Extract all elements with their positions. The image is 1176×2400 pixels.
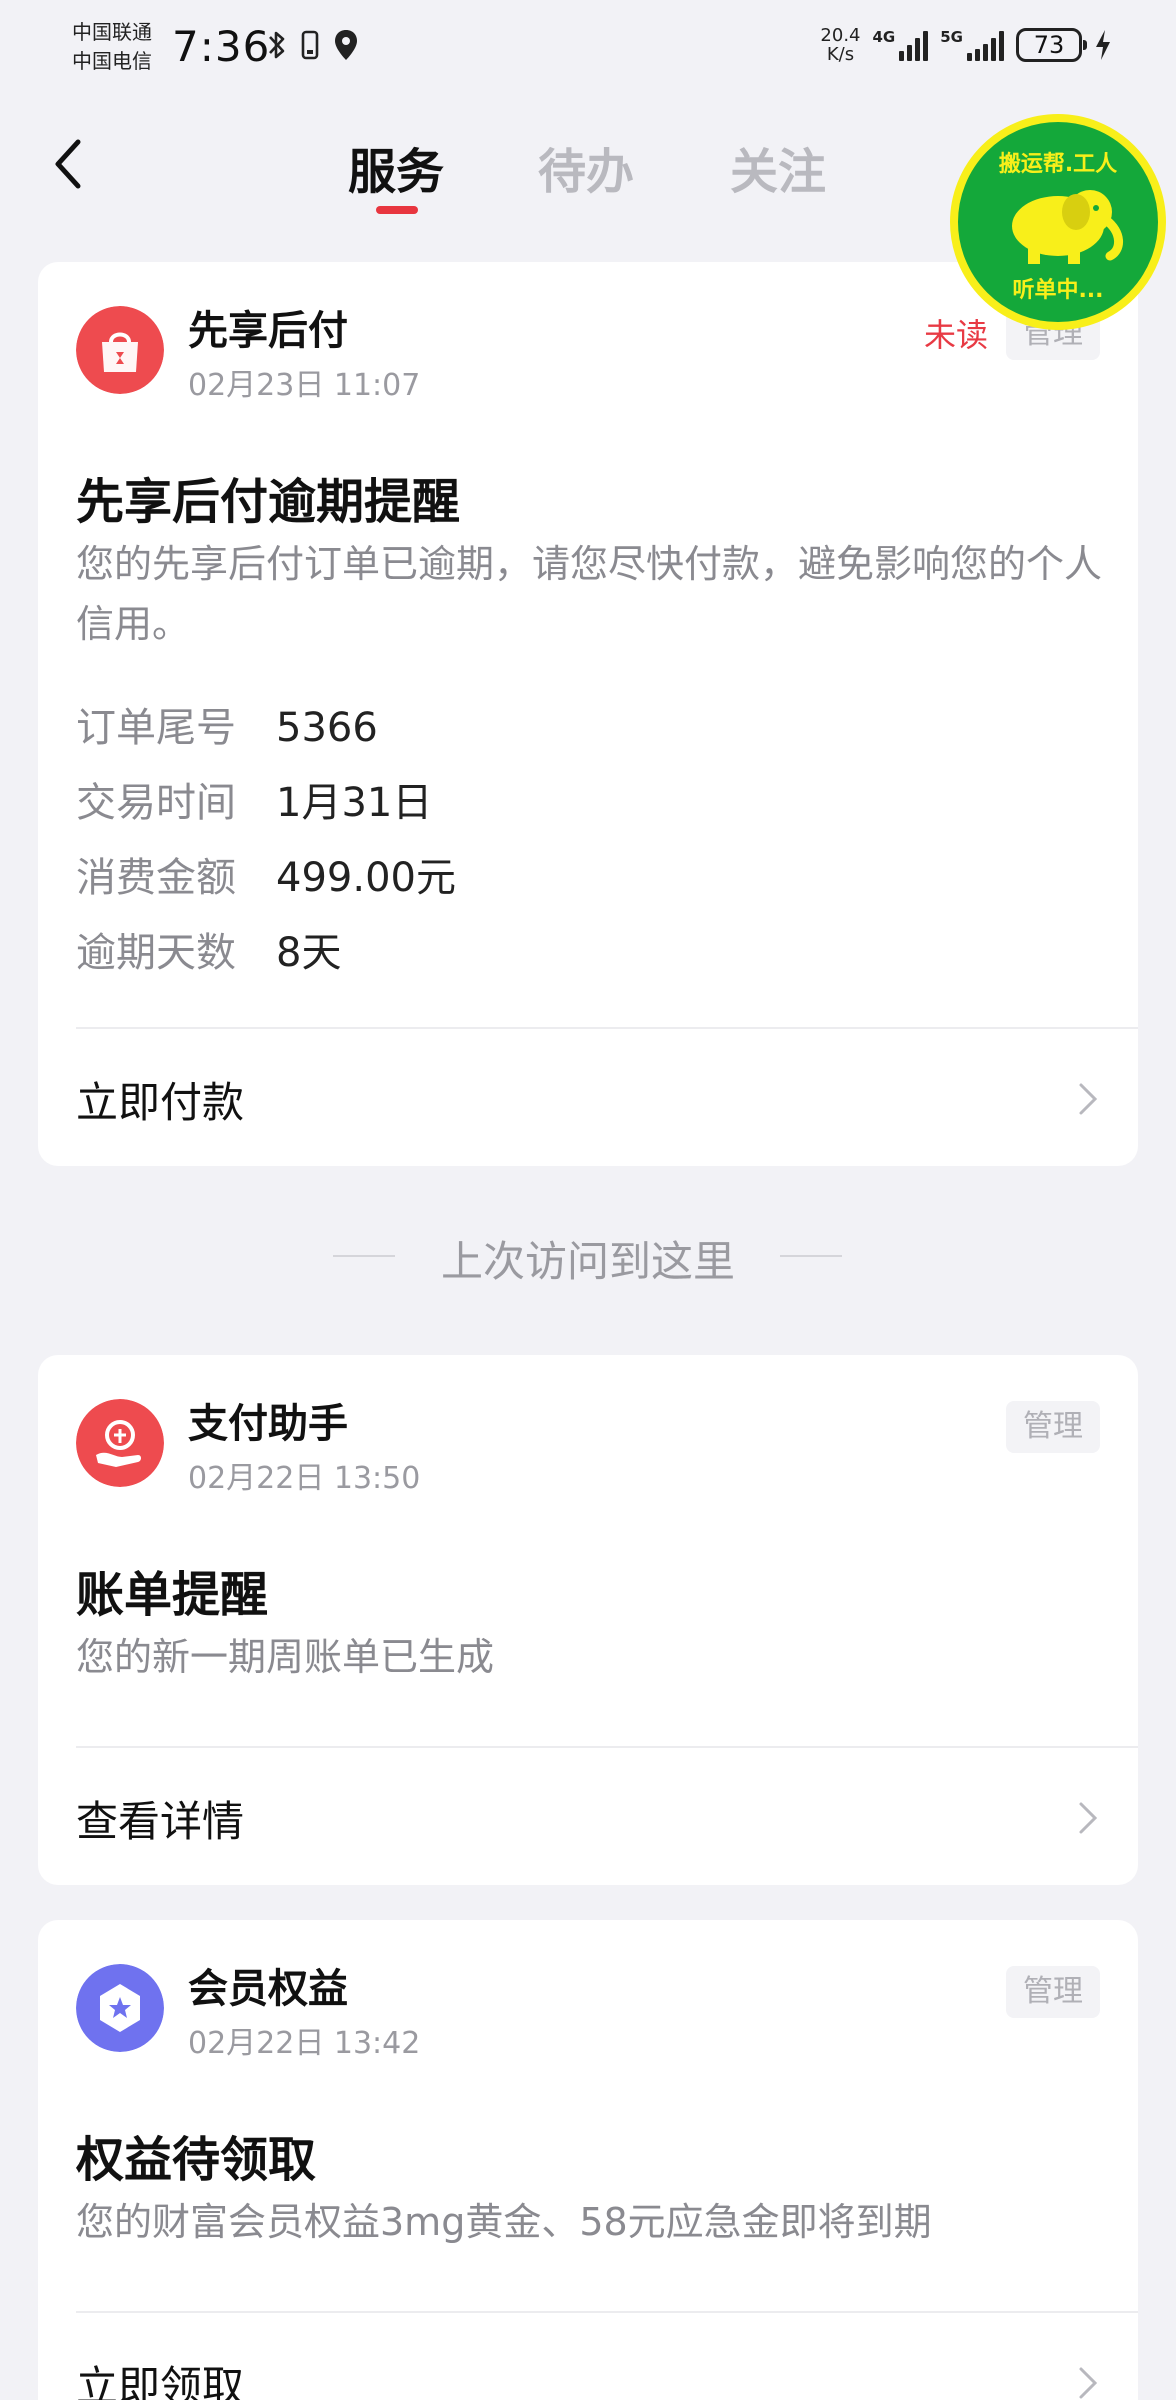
detail-key: 逾期天数 [76,930,236,976]
charging-icon [1096,30,1110,60]
detail-row-trade-time: 交易时间 1月31日 [76,765,1076,841]
separator-line-right [780,1255,842,1257]
bluetooth-icon [269,31,285,59]
signal-bars-icon [899,29,929,61]
carrier-info: 中国联通 中国电信 [72,18,152,76]
claim-now-button[interactable]: 立即领取 [38,2313,1138,2400]
manage-button[interactable]: 管理 [1006,1966,1100,2018]
chevron-right-icon [1079,1802,1098,1834]
message-title: 账单提醒 [76,1567,269,1623]
separator-text: 上次访问到这里 [440,1237,735,1286]
pay-now-button[interactable]: 立即付款 [38,1029,1138,1159]
manage-button[interactable]: 管理 [1006,1401,1100,1453]
detail-key: 交易时间 [76,780,236,826]
signal-5g: 5G [940,29,1004,61]
message-description: 您的财富会员权益3mg黄金、58元应急金即将到期 [76,2200,932,2244]
message-card-pay-later: 先享后付 02月23日 11:07 未读 管理 先享后付逾期提醒 您的先享后付订… [38,262,1138,1166]
net-label-5g: 5G [940,28,963,46]
floating-mascot-badge[interactable]: 搬运帮.工人 听单中... [950,114,1166,330]
detail-row-order: 订单尾号 5366 [76,690,1076,766]
last-visit-separator: 上次访问到这里 [0,1220,1176,1290]
vibrate-icon [301,30,319,60]
status-icons-left [266,28,360,62]
clock: 7:36 [172,22,271,71]
chevron-right-icon [1079,1083,1098,1115]
status-icons-right: 20.4 K/s 4G 5G 73 [820,26,1112,64]
mascot-text-bottom: 听单中... [1012,278,1104,303]
detail-row-amount: 消费金额 499.00元 [76,840,1076,916]
battery-indicator: 73 [1016,28,1087,62]
action-label: 立即付款 [76,1078,245,1127]
shopping-bag-icon [76,306,164,394]
tab-todo[interactable]: 待办 [538,132,634,202]
app-name: 支付助手 [188,1401,348,1447]
location-icon [335,30,357,60]
message-time: 02月22日 13:42 [188,2026,421,2061]
message-time: 02月23日 11:07 [188,368,421,403]
chevron-right-icon [1079,2367,1098,2399]
status-bar: 中国联通 中国电信 7:36 20.4 K/s 4G 5G 73 [0,0,1176,100]
tab-follow[interactable]: 关注 [730,132,826,202]
message-card-pay-assistant: 支付助手 02月22日 13:50 管理 账单提醒 您的新一期周账单已生成 查看… [38,1355,1138,1885]
message-description: 您的先享后付订单已逾期，请您尽快付款，避免影响您的个人信用。 [76,542,1103,646]
carrier-1: 中国联通 [72,20,152,44]
action-label: 查看详情 [76,1797,245,1846]
view-details-button[interactable]: 查看详情 [38,1748,1138,1878]
app-name: 先享后付 [188,308,348,354]
message-card-member-benefits: 会员权益 02月22日 13:42 管理 权益待领取 您的财富会员权益3mg黄金… [38,1920,1138,2400]
detail-value: 1月31日 [276,780,433,826]
message-time: 02月22日 13:50 [188,1461,421,1496]
app-name: 会员权益 [188,1966,348,2012]
detail-key: 订单尾号 [76,705,236,751]
signal-4g: 4G [873,29,929,61]
network-speed: 20.4 K/s [820,26,860,64]
detail-key: 消费金额 [76,855,236,901]
member-star-icon [76,1964,164,2052]
carrier-2: 中国电信 [72,49,152,73]
action-label: 立即领取 [76,2362,245,2400]
back-arrow-icon[interactable] [44,134,94,194]
speed-unit: K/s [826,44,855,65]
detail-value: 499.00元 [276,855,456,901]
active-tab-indicator [376,206,418,214]
message-title: 权益待领取 [76,2132,317,2188]
message-title: 先享后付逾期提醒 [76,474,461,530]
net-label-4g: 4G [872,28,896,46]
detail-row-overdue-days: 逾期天数 8天 [76,915,1076,991]
message-description: 您的新一期周账单已生成 [76,1635,495,1679]
tab-service[interactable]: 服务 [348,132,444,202]
pay-hand-icon [76,1399,164,1487]
detail-value: 8天 [276,930,342,976]
signal-bars-icon [967,29,1004,61]
speed-value: 20.4 [820,25,861,46]
detail-value: 5366 [276,705,378,751]
